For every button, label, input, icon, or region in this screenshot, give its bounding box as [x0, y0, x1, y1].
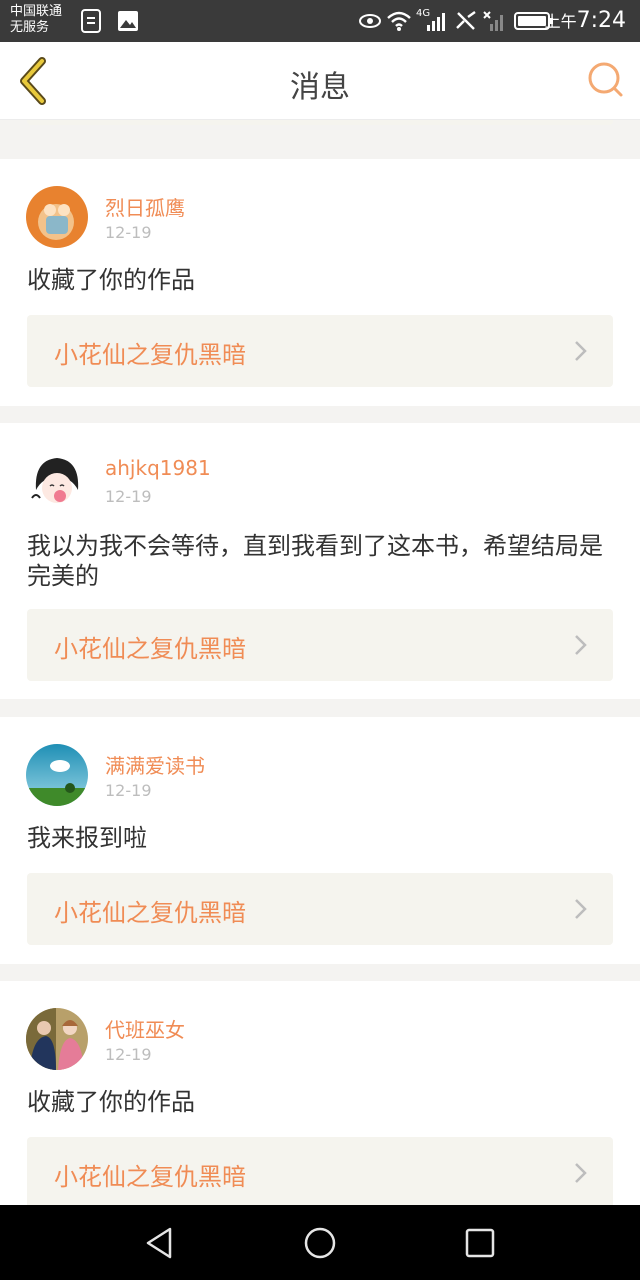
message-text: 收藏了你的作品 [27, 266, 195, 294]
avatar-image [26, 1008, 88, 1070]
image-icon [118, 11, 138, 31]
nav-home-icon[interactable] [300, 1223, 340, 1263]
message-date: 12-19 [105, 223, 152, 242]
message-card: ahjkq1981 12-19 我以为我不会等待，直到我看到了这本书，希望结局是… [0, 423, 640, 699]
book-link[interactable]: 小花仙之复仇黑暗 [27, 609, 613, 681]
avatar[interactable] [26, 744, 88, 806]
eye-icon [359, 14, 381, 28]
message-username[interactable]: 满满爱读书 [105, 750, 205, 779]
wifi-icon [387, 11, 411, 31]
status-bar: 中国联通 无服务 4G 上午7:24 [0, 0, 640, 42]
carrier-info: 中国联通 无服务 [10, 4, 62, 36]
message-username[interactable]: 烈日孤鹰 [105, 192, 185, 221]
message-card: 代班巫女 12-19 收藏了你的作品 小花仙之复仇黑暗 [0, 981, 640, 1205]
chevron-right-icon [575, 899, 587, 919]
no-call-icon [456, 11, 476, 30]
page-title: 消息 [290, 70, 350, 105]
avatar-image [26, 186, 88, 248]
no-signal-icon [483, 11, 503, 31]
book-title: 小花仙之复仇黑暗 [54, 1163, 246, 1191]
message-date: 12-19 [105, 781, 152, 800]
book-link[interactable]: 小花仙之复仇黑暗 [27, 315, 613, 387]
system-nav-bar [0, 1205, 640, 1280]
message-card: 满满爱读书 12-19 我来报到啦 小花仙之复仇黑暗 [0, 717, 640, 964]
avatar-image [26, 450, 88, 512]
book-title: 小花仙之复仇黑暗 [54, 635, 246, 663]
book-link[interactable]: 小花仙之复仇黑暗 [27, 1137, 613, 1205]
avatar-image [26, 744, 88, 806]
nav-recents-icon[interactable] [460, 1223, 500, 1263]
message-text: 收藏了你的作品 [27, 1088, 195, 1116]
status-clock: 上午7:24 [545, 8, 626, 35]
book-link[interactable]: 小花仙之复仇黑暗 [27, 873, 613, 945]
signal-icon [427, 13, 445, 31]
message-date: 12-19 [105, 487, 152, 506]
avatar[interactable] [26, 1008, 88, 1070]
previous-card-link-edge [27, 120, 613, 125]
nav-back-icon[interactable] [140, 1223, 180, 1263]
message-text: 我以为我不会等待，直到我看到了这本书，希望结局是完美的 [27, 532, 603, 590]
title-bar: 消息 [0, 42, 640, 120]
book-title: 小花仙之复仇黑暗 [54, 899, 246, 927]
book-title: 小花仙之复仇黑暗 [54, 341, 246, 369]
message-list[interactable]: 烈日孤鹰 12-19 收藏了你的作品 小花仙之复仇黑暗 ahjkq1981 12… [0, 120, 640, 1205]
chevron-right-icon [575, 635, 587, 655]
clock-time: 7:24 [576, 8, 626, 33]
message-username[interactable]: ahjkq1981 [105, 456, 211, 480]
message-date: 12-19 [105, 1045, 152, 1064]
search-icon[interactable] [586, 60, 626, 100]
avatar[interactable] [26, 186, 88, 248]
carrier-name: 中国联通 [10, 4, 63, 19]
message-card: 烈日孤鹰 12-19 收藏了你的作品 小花仙之复仇黑暗 [0, 159, 640, 406]
document-icon [81, 9, 101, 33]
carrier-status: 无服务 [10, 20, 50, 35]
avatar[interactable] [26, 450, 88, 512]
message-username[interactable]: 代班巫女 [105, 1014, 185, 1043]
chevron-right-icon [575, 341, 587, 361]
message-text: 我来报到啦 [27, 824, 147, 852]
clock-period: 上午 [544, 12, 577, 31]
chevron-right-icon [575, 1163, 587, 1183]
